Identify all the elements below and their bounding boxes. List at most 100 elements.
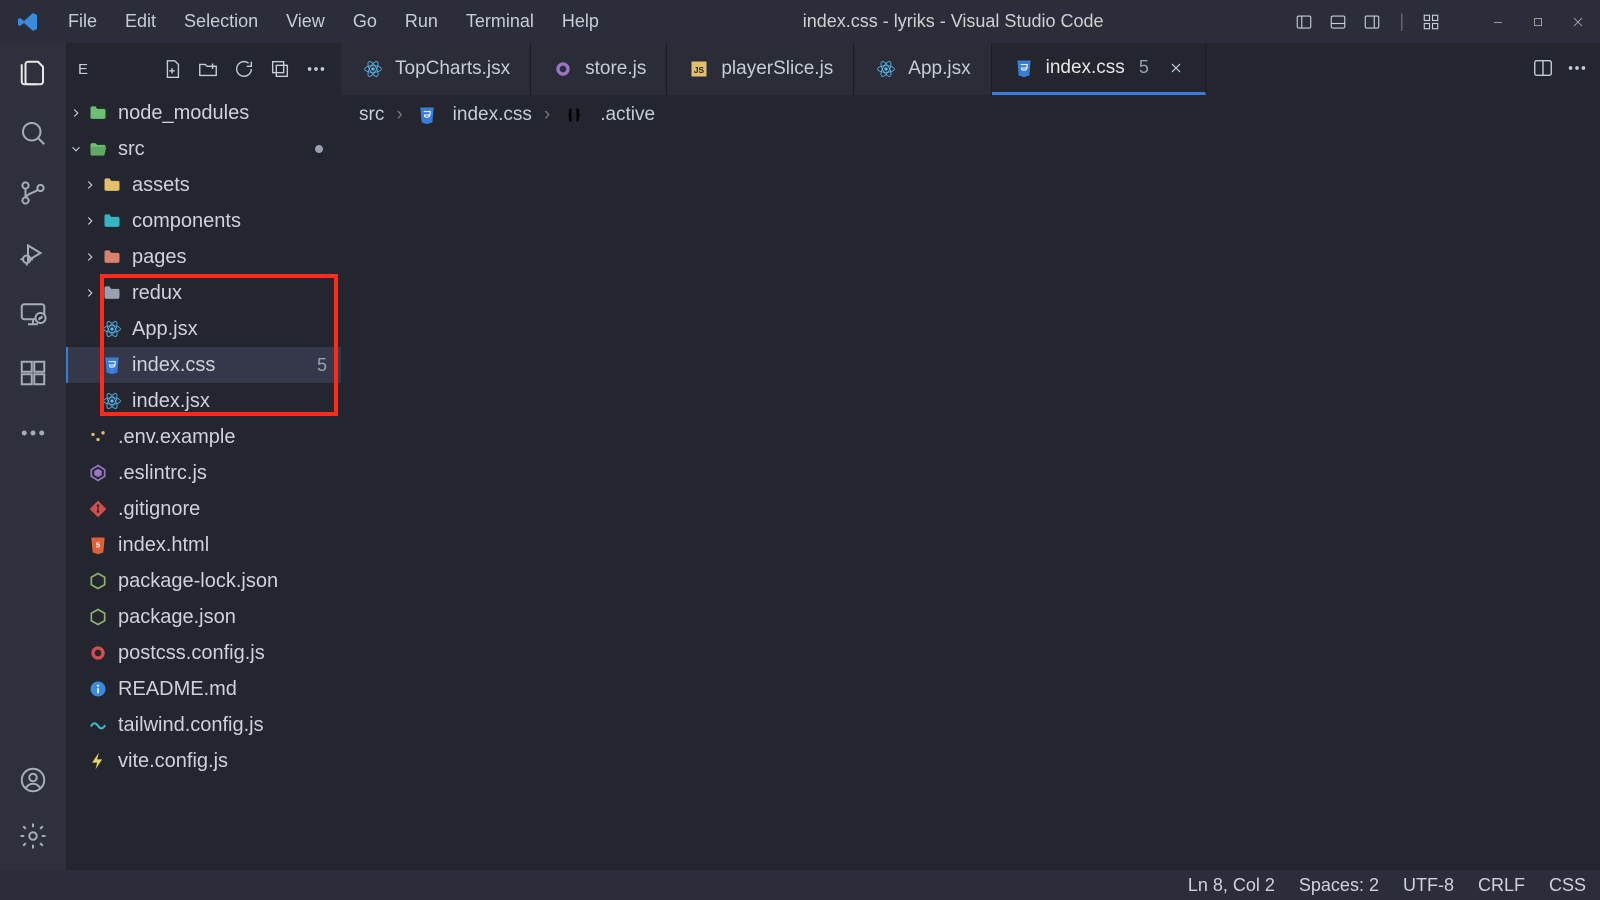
tab-app[interactable]: App.jsx [854,43,991,95]
toggle-panel-icon[interactable] [1327,11,1349,33]
breadcrumb-segment[interactable]: .active [600,104,655,126]
menu-terminal[interactable]: Terminal [452,7,548,36]
activity-source-control-icon[interactable] [17,177,49,209]
activity-run-debug-icon[interactable] [17,237,49,269]
tree-file-package-lock[interactable]: package-lock.json [66,563,341,599]
curly-braces-icon [562,103,586,127]
breadcrumb-segment[interactable]: src [359,104,384,126]
activity-explorer-icon[interactable] [17,57,49,89]
explorer-tree[interactable]: node_modules src assets components [66,95,341,870]
menu-view[interactable]: View [272,7,339,36]
toggle-primary-sidebar-icon[interactable] [1293,11,1315,33]
tree-file-package-json[interactable]: package.json [66,599,341,635]
split-editor-icon[interactable] [1532,57,1554,82]
maximize-button[interactable] [1524,8,1552,36]
tree-item-label: index.css [132,354,215,377]
activity-extensions-icon[interactable] [17,357,49,389]
tree-file-vite[interactable]: vite.config.js [66,743,341,779]
tree-item-label: vite.config.js [118,750,228,773]
tab-topcharts[interactable]: TopCharts.jsx [341,43,531,95]
activity-remote-icon[interactable] [17,297,49,329]
folder-icon [100,209,124,233]
problems-count: 5 [317,355,327,376]
chevron-right-icon[interactable] [80,286,100,300]
menu-file[interactable]: File [54,7,111,36]
more-actions-icon[interactable] [1566,57,1588,82]
chevron-right-icon[interactable] [66,106,86,120]
activity-settings-icon[interactable] [17,820,49,852]
tree-item-label: src [118,138,145,161]
tree-item-label: index.html [118,534,209,557]
tree-folder-src[interactable]: src [66,131,341,167]
tree-file-app-jsx[interactable]: App.jsx [66,311,341,347]
tree-item-label: redux [132,282,182,305]
tree-file-index-html[interactable]: index.html [66,527,341,563]
tree-file-index-jsx[interactable]: index.jsx [66,383,341,419]
separator: | [1395,11,1408,32]
folder-icon [100,173,124,197]
toggle-secondary-sidebar-icon[interactable] [1361,11,1383,33]
folder-icon [100,245,124,269]
chevron-right-icon[interactable] [80,250,100,264]
tree-item-label: pages [132,246,187,269]
tree-folder-pages[interactable]: pages [66,239,341,275]
tree-file-postcss[interactable]: postcss.config.js [66,635,341,671]
tree-item-label: package.json [118,606,236,629]
tree-folder-node-modules[interactable]: node_modules [66,95,341,131]
tab-playerslice[interactable]: playerSlice.js [667,43,854,95]
minimize-button[interactable] [1484,8,1512,36]
tree-folder-redux[interactable]: redux [66,275,341,311]
chevron-down-icon[interactable] [66,142,86,156]
tree-item-label: tailwind.config.js [118,714,264,737]
menu-selection[interactable]: Selection [170,7,272,36]
tree-file-index-css[interactable]: index.css 5 [66,347,341,383]
tree-file-readme[interactable]: README.md [66,671,341,707]
tree-folder-assets[interactable]: assets [66,167,341,203]
vite-icon [86,749,110,773]
tab-close-button[interactable] [1167,59,1185,77]
git-icon [86,497,110,521]
tree-file-env-example[interactable]: .env.example [66,419,341,455]
explorer-header: E [66,43,341,95]
tree-file-tailwind[interactable]: tailwind.config.js [66,707,341,743]
status-encoding[interactable]: UTF-8 [1403,875,1454,896]
collapse-folders-icon[interactable] [263,52,297,86]
activity-accounts-icon[interactable] [17,764,49,796]
activity-search-icon[interactable] [17,117,49,149]
refresh-explorer-icon[interactable] [227,52,261,86]
menu-go[interactable]: Go [339,7,391,36]
tree-item-label: postcss.config.js [118,642,265,665]
status-cursor-position[interactable]: Ln 8, Col 2 [1188,875,1275,896]
explorer-more-icon[interactable] [299,52,333,86]
tree-file-eslintrc[interactable]: .eslintrc.js [66,455,341,491]
menu-run[interactable]: Run [391,7,452,36]
new-folder-icon[interactable] [191,52,225,86]
tree-folder-components[interactable]: components [66,203,341,239]
editor-group: TopCharts.jsx store.js playerSlice.js Ap… [341,43,1600,870]
status-indentation[interactable]: Spaces: 2 [1299,875,1379,896]
tree-file-gitignore[interactable]: .gitignore [66,491,341,527]
new-file-icon[interactable] [155,52,189,86]
tree-item-label: .env.example [118,426,235,449]
editor-body[interactable] [341,135,1600,870]
tree-item-label: components [132,210,241,233]
customize-layout-icon[interactable] [1420,11,1442,33]
postcss-icon [86,641,110,665]
tree-item-label: README.md [118,678,237,701]
chevron-right-icon[interactable] [80,214,100,228]
breadcrumb[interactable]: src › index.css › .active [341,95,1600,135]
status-eol[interactable]: CRLF [1478,875,1525,896]
activity-overflow-icon[interactable] [17,417,49,449]
breadcrumb-segment[interactable]: index.css [453,104,532,126]
tab-indexcss[interactable]: index.css 5 [992,43,1206,95]
close-window-button[interactable] [1564,8,1592,36]
window-title: index.css - lyriks - Visual Studio Code [613,11,1293,32]
status-language[interactable]: CSS [1549,875,1586,896]
info-icon [86,677,110,701]
tab-store[interactable]: store.js [531,43,667,95]
menu-edit[interactable]: Edit [111,7,170,36]
tab-label: playerSlice.js [721,58,833,80]
nodejs-icon [86,605,110,629]
chevron-right-icon[interactable] [80,178,100,192]
menu-help[interactable]: Help [548,7,613,36]
